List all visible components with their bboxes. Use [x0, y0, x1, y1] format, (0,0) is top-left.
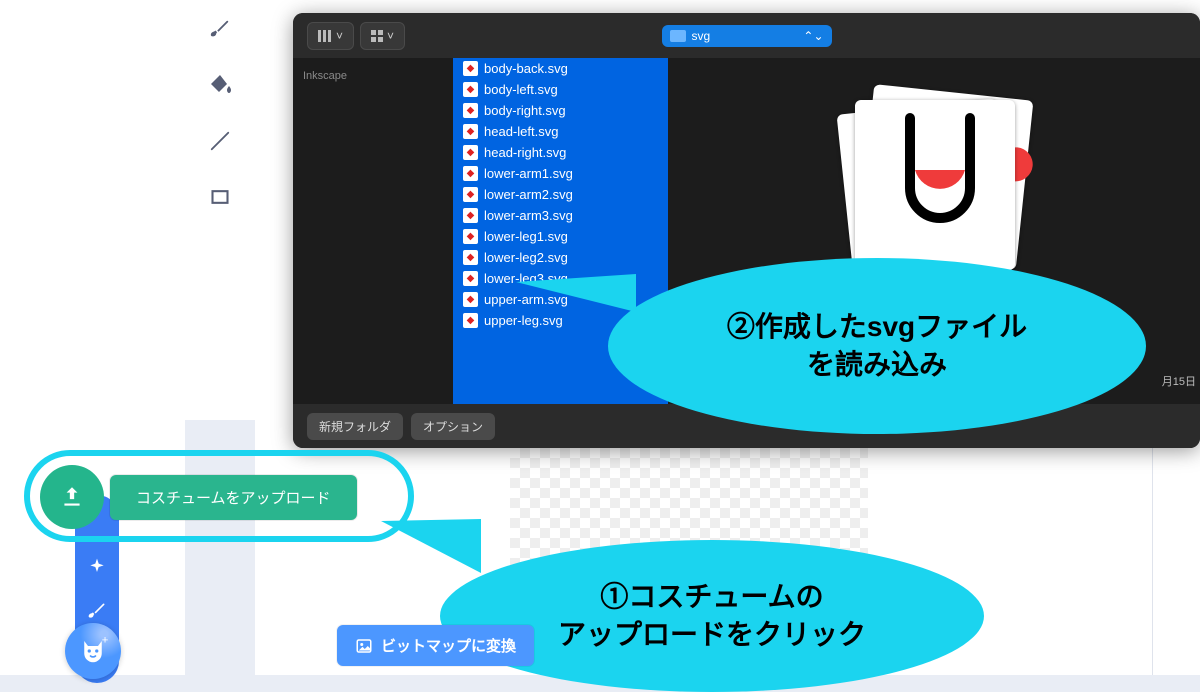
group-mode-segment[interactable]: ˅	[360, 22, 405, 50]
options-button[interactable]: オプション	[411, 413, 495, 440]
grid-view-icon[interactable]: ˅	[361, 23, 404, 49]
svg-file-icon: ◆	[463, 145, 478, 160]
file-row[interactable]: ◆ lower-arm2.svg	[453, 184, 668, 205]
svg-file-icon: ◆	[463, 124, 478, 139]
svg-file-icon: ◆	[463, 103, 478, 118]
image-icon	[355, 637, 373, 655]
svg-file-icon: ◆	[463, 61, 478, 76]
right-rail	[1152, 443, 1200, 675]
file-name: lower-arm3.svg	[484, 208, 573, 223]
svg-file-icon: ◆	[463, 313, 478, 328]
fill-tool[interactable]	[205, 70, 235, 100]
file-row[interactable]: ◆ lower-leg2.svg	[453, 247, 668, 268]
brush-icon	[87, 601, 107, 621]
svg-file-icon: ◆	[463, 166, 478, 181]
annotation-text: ①コスチュームの	[558, 578, 866, 616]
view-mode-segment[interactable]: ˅	[307, 22, 354, 50]
annotation-bubble-1: ①コスチュームの アップロードをクリック	[440, 540, 984, 692]
annotation-text: を読み込み	[727, 346, 1027, 384]
file-row[interactable]: ◆ body-left.svg	[453, 79, 668, 100]
path-label: svg	[692, 29, 711, 43]
file-dialog-toolbar: ˅ ˅ svg ⌃⌄	[293, 13, 1200, 58]
file-name: lower-leg2.svg	[484, 250, 568, 265]
columns-view-icon[interactable]: ˅	[308, 23, 353, 49]
chevron-down-icon: ˅	[336, 29, 343, 43]
brush-tool[interactable]	[205, 14, 235, 44]
file-name: body-right.svg	[484, 103, 566, 118]
preview-svg-icon	[855, 100, 1015, 270]
file-name: lower-arm2.svg	[484, 187, 573, 202]
svg-file-icon: ◆	[463, 82, 478, 97]
svg-file-icon: ◆	[463, 292, 478, 307]
cat-face-icon: +	[78, 636, 108, 666]
file-row[interactable]: ◆ head-right.svg	[453, 142, 668, 163]
file-row[interactable]: ◆ lower-arm1.svg	[453, 163, 668, 184]
svg-text:+: +	[102, 636, 108, 647]
upload-icon	[59, 484, 85, 510]
paint-tool-strip	[185, 0, 255, 420]
file-name: upper-leg.svg	[484, 313, 563, 328]
svg-file-icon: ◆	[463, 229, 478, 244]
svg-file-icon: ◆	[463, 187, 478, 202]
rect-icon	[210, 187, 230, 207]
file-row[interactable]: ◆ lower-arm3.svg	[453, 205, 668, 226]
annotation-bubble-tail	[381, 519, 481, 573]
file-name: lower-leg1.svg	[484, 229, 568, 244]
brush-icon	[209, 18, 231, 40]
folder-icon	[670, 30, 686, 42]
annotation-bubble-2: ②作成したsvgファイル を読み込み	[608, 258, 1146, 434]
file-row[interactable]: ◆ body-back.svg	[453, 58, 668, 79]
path-dropdown[interactable]: svg ⌃⌄	[662, 25, 832, 47]
annotation-text: アップロードをクリック	[558, 616, 866, 654]
line-tool[interactable]	[205, 126, 235, 156]
file-row[interactable]: ◆ head-left.svg	[453, 121, 668, 142]
fill-icon	[208, 73, 232, 97]
convert-to-bitmap-button[interactable]: ビットマップに変換	[337, 625, 534, 666]
file-name: head-right.svg	[484, 145, 566, 160]
file-name: body-left.svg	[484, 82, 558, 97]
rect-tool[interactable]	[205, 182, 235, 212]
sidebar-section-label: Inkscape	[303, 70, 443, 82]
svg-file-icon: ◆	[463, 250, 478, 265]
surprise-action[interactable]	[75, 545, 119, 589]
svg-file-icon: ◆	[463, 208, 478, 223]
file-dialog-sidebar: Inkscape	[293, 58, 453, 404]
convert-to-bitmap-label: ビットマップに変換	[381, 635, 516, 656]
sparkle-icon	[87, 557, 107, 577]
file-name: head-left.svg	[484, 124, 558, 139]
file-date-fragment: 月15日	[1162, 373, 1196, 389]
upload-costume-group: コスチュームをアップロード	[40, 465, 357, 529]
line-icon	[209, 130, 231, 152]
chevron-down-icon: ˅	[387, 29, 394, 43]
annotation-text: ②作成したsvgファイル	[727, 308, 1027, 346]
annotation-bubble-tail	[516, 274, 636, 312]
upload-costume-tooltip[interactable]: コスチュームをアップロード	[110, 475, 357, 520]
file-row[interactable]: ◆ body-right.svg	[453, 100, 668, 121]
new-folder-button[interactable]: 新規フォルダ	[307, 413, 403, 440]
svg-file-icon: ◆	[463, 271, 478, 286]
file-name: body-back.svg	[484, 61, 568, 76]
file-name: lower-arm1.svg	[484, 166, 573, 181]
file-row[interactable]: ◆ lower-leg1.svg	[453, 226, 668, 247]
chevron-up-down-icon: ⌃⌄	[803, 29, 823, 43]
add-costume-fab[interactable]: +	[65, 623, 121, 679]
upload-costume-button[interactable]	[40, 465, 104, 529]
